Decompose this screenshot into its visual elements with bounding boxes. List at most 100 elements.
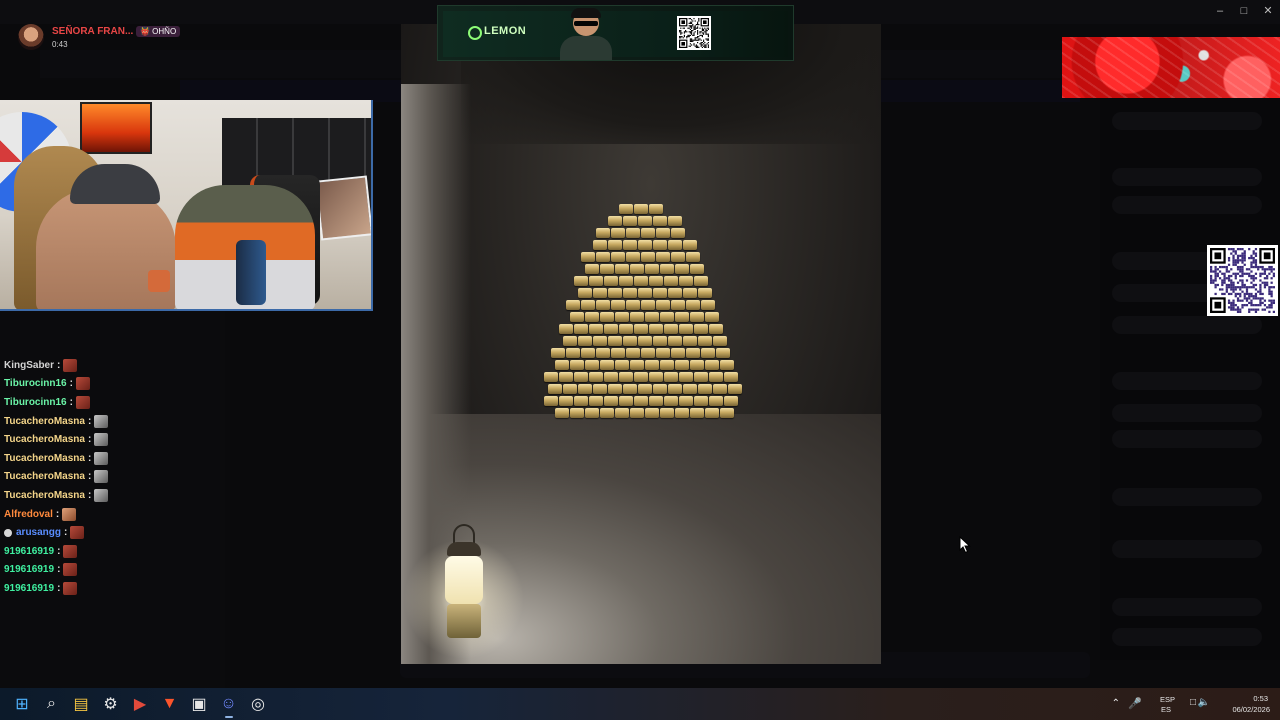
volume-icon[interactable]: 🔈 xyxy=(1198,697,1210,708)
gold-bar xyxy=(573,276,588,286)
gold-bar xyxy=(645,408,659,418)
chat-username[interactable]: arusangg xyxy=(16,527,61,538)
settings-icon[interactable]: ⚙ xyxy=(99,692,123,716)
chat-username[interactable]: 919616919 xyxy=(4,564,54,575)
chat-username[interactable]: TucacheroMasna xyxy=(4,471,85,482)
gold-bar xyxy=(693,276,708,286)
gold-bar xyxy=(701,300,715,310)
chat-emote-icon xyxy=(94,488,109,502)
chat-emote-icon xyxy=(94,451,109,465)
gold-bar xyxy=(656,252,670,262)
screen-recorder-icon[interactable]: ▶ xyxy=(128,692,152,716)
chat-emote-icon xyxy=(63,563,78,577)
maximize-button[interactable]: □ xyxy=(1232,0,1256,22)
gold-bar xyxy=(622,216,637,226)
chat-message: 919616919: xyxy=(4,542,224,561)
lantern-base xyxy=(447,604,481,638)
gold-bar xyxy=(633,396,648,406)
close-button[interactable]: ✕ xyxy=(1256,0,1280,22)
network-icon[interactable]: □ xyxy=(1190,697,1196,708)
sponsor-banner[interactable]: LEMON xyxy=(437,5,794,61)
gold-bar xyxy=(607,384,622,394)
gold-bar xyxy=(611,348,625,358)
chat-username[interactable]: Alfredoval xyxy=(4,509,53,520)
chat-separator: : xyxy=(55,508,60,520)
brave-browser-icon[interactable]: ▼ xyxy=(158,692,182,716)
gold-bar xyxy=(570,408,584,418)
gold-bar xyxy=(723,372,738,382)
microphone-icon[interactable]: 🎤 xyxy=(1128,697,1142,710)
chat-emote-icon xyxy=(75,395,90,409)
chat-username[interactable]: KingSaber xyxy=(4,360,54,371)
banner-qr-code xyxy=(677,16,711,50)
gold-bar xyxy=(682,384,697,394)
background-member-row xyxy=(1112,540,1262,558)
minimize-button[interactable]: – xyxy=(1208,0,1232,22)
chat-username[interactable]: Tiburocinn16 xyxy=(4,378,67,389)
drink-glass xyxy=(148,270,170,292)
chat-message: TucacheroMasna: xyxy=(4,468,224,487)
gold-bar xyxy=(678,276,693,286)
file-explorer-icon[interactable]: ▤ xyxy=(69,692,93,716)
gold-bar xyxy=(727,384,742,394)
gold-bar xyxy=(675,408,689,418)
gold-bar xyxy=(641,300,655,310)
gold-bar xyxy=(693,324,708,334)
keyboard-layout-indicator[interactable]: ES xyxy=(1161,705,1171,714)
gold-bar xyxy=(633,276,648,286)
language-indicator[interactable]: ESP xyxy=(1160,695,1175,704)
gold-bar xyxy=(648,324,663,334)
tray-overflow-chevron-icon[interactable]: ⌃ xyxy=(1112,698,1120,709)
gold-bar xyxy=(652,216,667,226)
gold-bar xyxy=(663,372,678,382)
gold-bar xyxy=(592,384,607,394)
gold-bar xyxy=(588,276,603,286)
chat-emote-icon xyxy=(63,581,78,595)
gold-bar-pile xyxy=(491,164,791,424)
windows-start-icon[interactable]: ⊞ xyxy=(10,692,34,716)
gold-bar xyxy=(663,396,678,406)
chat-username[interactable]: TucacheroMasna xyxy=(4,434,85,445)
chat-message: Tiburocinn16: xyxy=(4,375,224,394)
circle-app-icon[interactable]: ◎ xyxy=(246,692,270,716)
gold-bar xyxy=(705,408,719,418)
background-member-row xyxy=(1112,598,1262,616)
chat-separator: : xyxy=(87,452,92,464)
chat-username[interactable]: TucacheroMasna xyxy=(4,453,85,464)
gold-bar xyxy=(615,312,629,322)
gold-bar xyxy=(705,312,719,322)
clock-date[interactable]: 06/02/2026 xyxy=(1232,705,1270,714)
clock-time[interactable]: 0:53 xyxy=(1253,694,1268,703)
image-viewer[interactable] xyxy=(401,24,881,664)
chat-username[interactable]: TucacheroMasna xyxy=(4,416,85,427)
gold-bar xyxy=(705,360,719,370)
chat-message: KingSaber: xyxy=(4,356,224,375)
chat-username[interactable]: Tiburocinn16 xyxy=(4,397,67,408)
gold-bar xyxy=(570,360,584,370)
search-icon[interactable]: ⌕ xyxy=(40,692,64,716)
gold-bar xyxy=(585,312,599,322)
user-badge-icon xyxy=(4,528,12,537)
gold-bar xyxy=(652,240,667,250)
chat-username[interactable]: 919616919 xyxy=(4,583,54,594)
microphone xyxy=(236,240,266,305)
gold-bar xyxy=(573,372,588,382)
background-member-row xyxy=(1112,316,1262,334)
chat-emote-icon xyxy=(94,414,109,428)
chat-emote-icon xyxy=(94,433,109,447)
streamer-avatar xyxy=(18,24,44,50)
discord-icon[interactable]: ☺ xyxy=(217,692,241,718)
chat-username[interactable]: 919616919 xyxy=(4,546,54,557)
chat-separator: : xyxy=(87,434,92,446)
chat-username[interactable]: TucacheroMasna xyxy=(4,490,85,501)
streamer-name: SEÑORA FRAN... xyxy=(52,26,134,37)
gold-bar xyxy=(682,288,697,298)
gold-bar xyxy=(596,348,610,358)
chat-message: TucacheroMasna: xyxy=(4,486,224,505)
gold-bar xyxy=(686,348,700,358)
gold-bar xyxy=(656,300,670,310)
gold-bar xyxy=(577,288,592,298)
app-window-icon[interactable]: ▣ xyxy=(187,692,211,716)
gold-bar xyxy=(645,360,659,370)
banner-person-cap xyxy=(571,8,601,18)
